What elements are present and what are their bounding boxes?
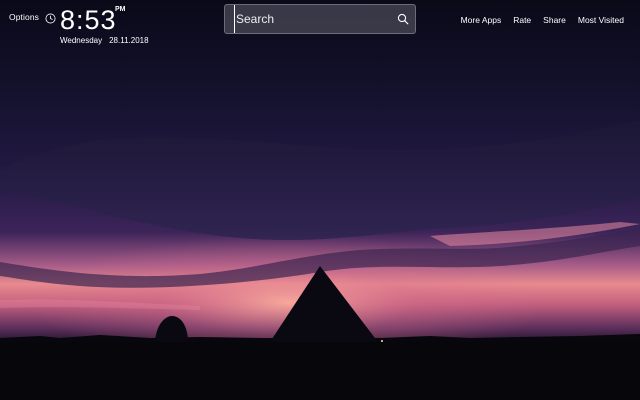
options-label: Options [9,11,39,22]
nav-more-apps[interactable]: More Apps [461,15,502,25]
top-nav: More Apps Rate Share Most Visited [461,15,624,25]
options-button[interactable]: Options [9,11,56,24]
top-bar: Options 8:53 PM Wednesday 28.11.2018 Mor… [0,0,640,60]
clock-period: PM [115,6,126,13]
search-icon[interactable] [391,5,415,33]
clock-weekday: Wednesday [60,36,103,45]
clock-time: 8:53 [60,5,117,35]
clock-date: 28.11.2018 [109,36,149,45]
nav-most-visited[interactable]: Most Visited [578,15,624,25]
search-input[interactable] [234,5,391,33]
nav-rate[interactable]: Rate [513,15,531,25]
nav-share[interactable]: Share [543,15,566,25]
clock-icon [45,11,56,24]
clock-date-row: Wednesday 28.11.2018 [60,36,149,45]
search-box [224,4,416,34]
wallpaper-background [0,0,640,400]
